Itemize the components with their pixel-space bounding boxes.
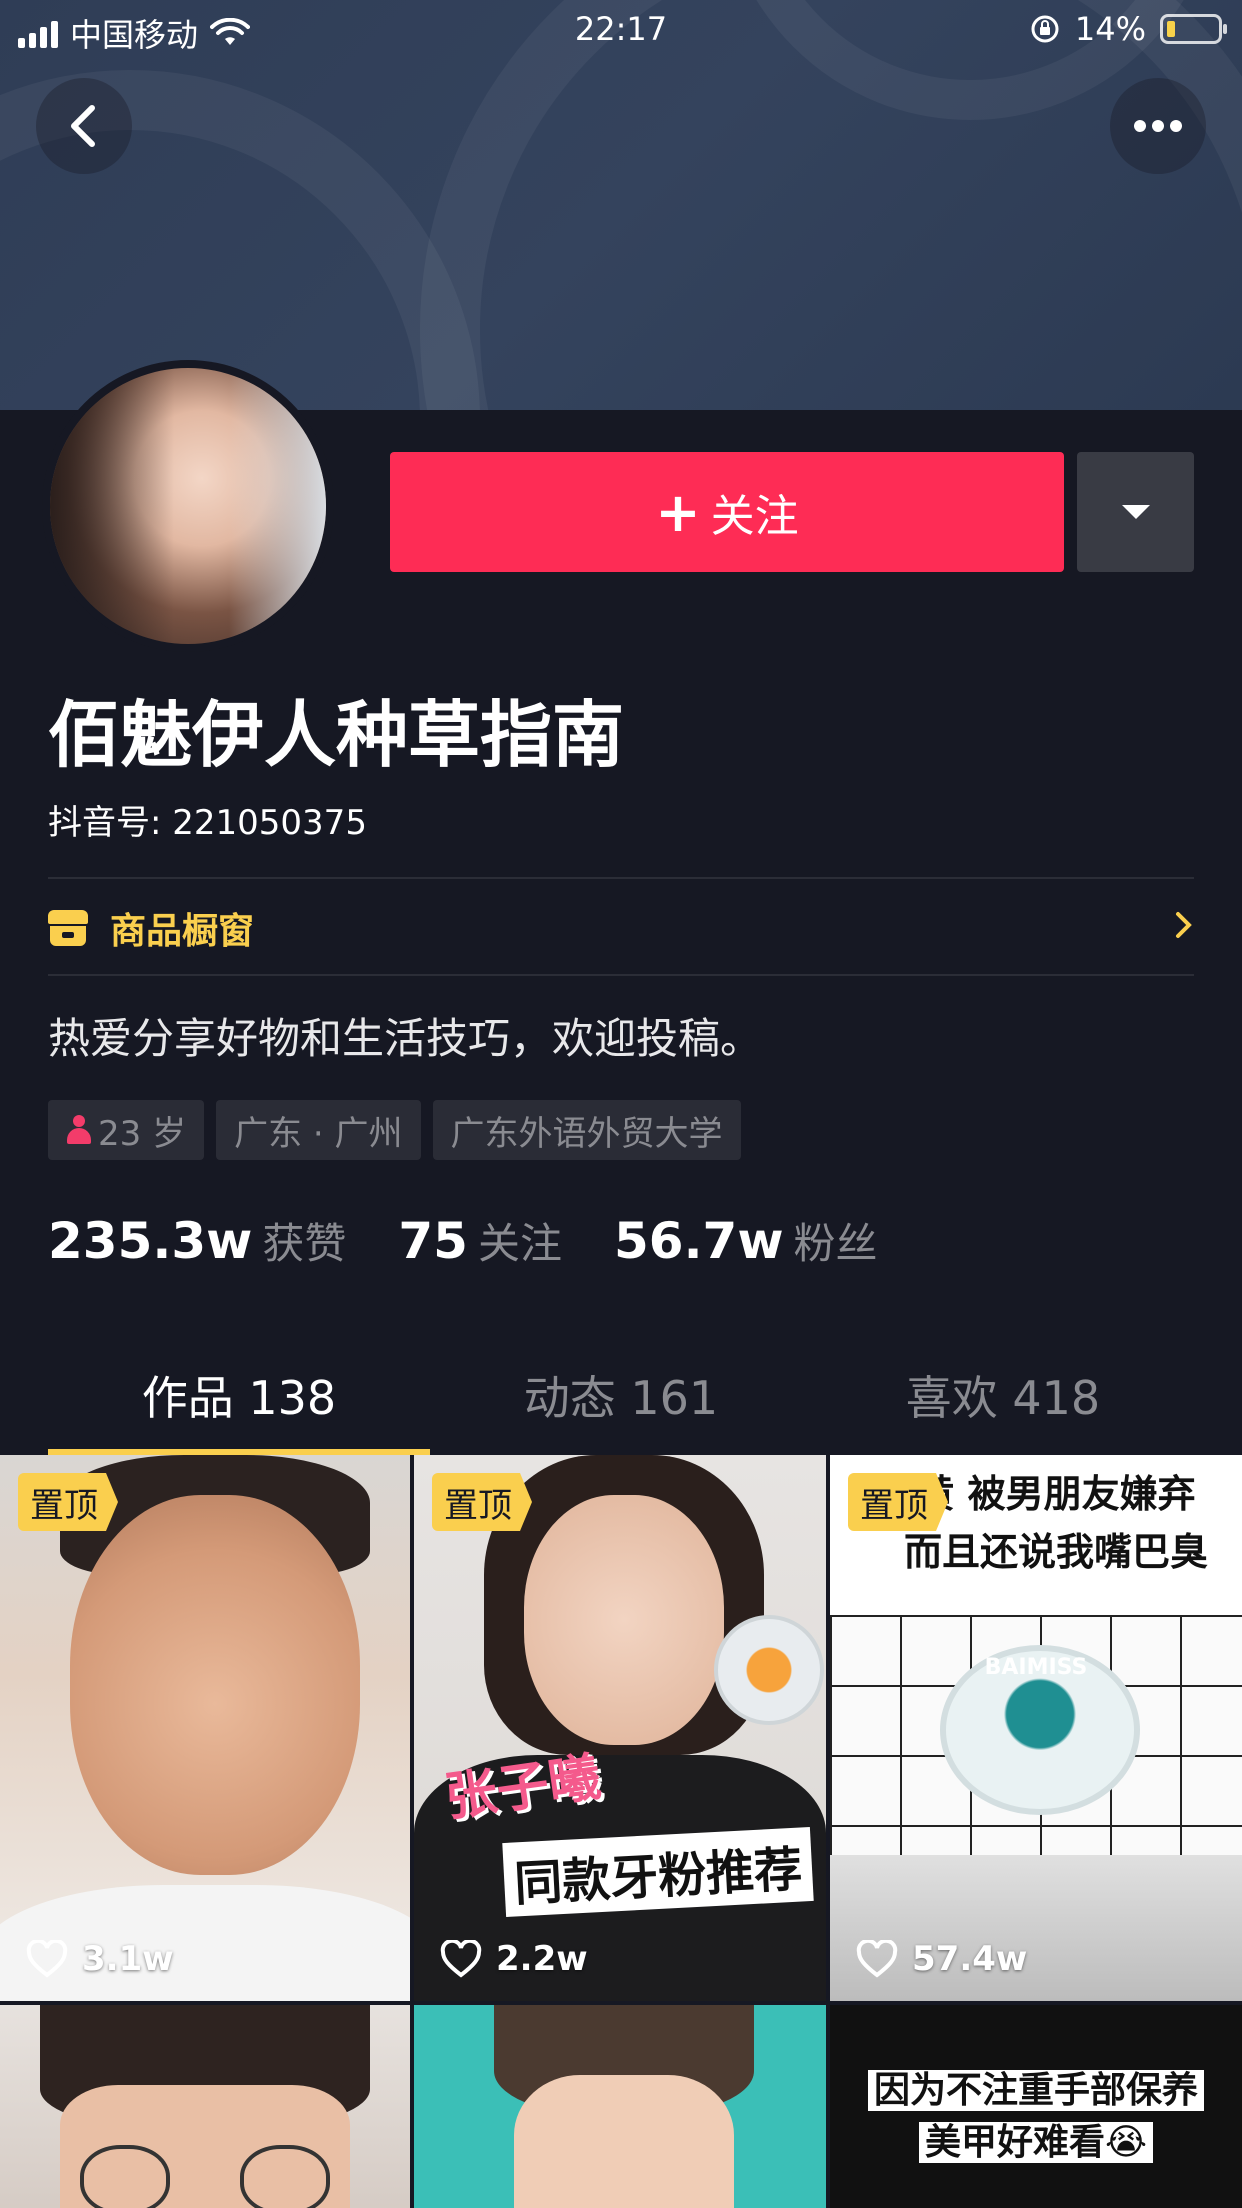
video-thumbnail[interactable]: 黄 被男朋友嫌弃 而且还说我嘴巴臭 BAIMISS 置顶 57.4w: [830, 1455, 1242, 2001]
like-count: 3.1w: [26, 1939, 174, 1979]
recommend-dropdown-button[interactable]: [1077, 452, 1194, 572]
battery-percent: 14%: [1074, 10, 1146, 48]
school-tag: 广东外语外贸大学: [432, 1100, 741, 1160]
like-count-value: 3.1w: [82, 1939, 174, 1979]
divider: [48, 974, 1194, 976]
followers-count[interactable]: 56.7w: [614, 1212, 784, 1270]
product-label: BAIMISS: [984, 1655, 1088, 1680]
video-thumbnail[interactable]: 置顶 3.1w: [0, 1455, 410, 2001]
heart-icon: [440, 1940, 482, 1978]
like-count-value: 57.4w: [912, 1939, 1028, 1979]
age-label: 23 岁: [98, 1113, 187, 1154]
video-caption: 因为不注重手部保养 美甲好难看😭: [830, 2065, 1242, 2169]
video-thumbnail[interactable]: [0, 2005, 410, 2208]
video-caption-line: 因为不注重手部保养: [867, 2070, 1204, 2111]
follow-label: 关注: [710, 491, 799, 542]
more-button[interactable]: [1110, 78, 1206, 174]
video-thumbnail[interactable]: 因为不注重手部保养 美甲好难看😭: [830, 2005, 1242, 2208]
profile-bio: 热爱分享好物和生活技巧，欢迎投稿。: [48, 1014, 763, 1063]
pinned-badge: 置顶: [848, 1473, 948, 1531]
shop-icon: [48, 910, 88, 946]
shop-window-row[interactable]: 商品橱窗: [48, 880, 1194, 976]
follow-button[interactable]: + 关注: [390, 452, 1064, 572]
video-grid: 置顶 3.1w 张子曦 同款牙粉推荐 置顶 2.2w 黄 被男朋友嫌弃 而且还说…: [0, 1455, 1242, 2208]
plus-icon: +: [655, 480, 701, 544]
battery-icon: [1160, 14, 1227, 44]
pinned-badge: 置顶: [432, 1473, 532, 1531]
profile-tabs: 作品 138 动态 161 喜欢 418: [48, 1335, 1194, 1455]
chevron-right-icon: [1174, 908, 1194, 949]
tab-likes[interactable]: 喜欢 418: [812, 1335, 1194, 1455]
age-tag: 23 岁: [48, 1100, 205, 1160]
following-count[interactable]: 75: [398, 1212, 468, 1270]
likes-label: 获赞: [262, 1219, 347, 1268]
tab-works[interactable]: 作品 138: [48, 1335, 430, 1455]
profile-nickname: 佰魅伊人种草指南: [48, 693, 625, 777]
tab-posts[interactable]: 动态 161: [430, 1335, 812, 1455]
divider: [48, 877, 1194, 879]
likes-count: 235.3w: [48, 1212, 253, 1270]
status-bar: 中国移动 22:17 14%: [0, 0, 1242, 58]
douyin-id: 抖音号: 221050375: [48, 803, 367, 843]
video-thumbnail[interactable]: 张子曦 同款牙粉推荐 置顶 2.2w: [414, 1455, 826, 2001]
location-tag: 广东 · 广州: [216, 1100, 421, 1160]
video-caption-line: 美甲好难看😭: [918, 2122, 1154, 2163]
chevron-left-icon: [71, 105, 95, 147]
following-label[interactable]: 关注: [478, 1210, 562, 1271]
profile-stats: 235.3w 获赞 75 关注 56.7w 粉丝: [48, 1210, 930, 1271]
pinned-badge: 置顶: [18, 1473, 118, 1531]
like-count: 2.2w: [440, 1939, 588, 1979]
caret-down-icon: [1121, 505, 1150, 519]
heart-icon: [26, 1940, 68, 1978]
heart-icon: [856, 1940, 898, 1978]
location-label: 广东 · 广州: [234, 1113, 403, 1154]
avatar[interactable]: [42, 360, 334, 652]
profile-tags: 23 岁 广东 · 广州 广东外语外贸大学: [48, 1100, 741, 1160]
shop-label: 商品橱窗: [110, 911, 255, 952]
school-label: 广东外语外贸大学: [450, 1113, 723, 1154]
more-dots-icon: [1134, 120, 1182, 132]
female-icon: [66, 1115, 92, 1145]
like-count-value: 2.2w: [496, 1939, 588, 1979]
video-caption-line: 而且还说我嘴巴臭: [903, 1530, 1208, 1574]
followers-label[interactable]: 粉丝: [794, 1210, 878, 1271]
video-thumbnail[interactable]: [414, 2005, 826, 2208]
rotation-lock-icon: [1031, 15, 1059, 43]
back-button[interactable]: [36, 78, 132, 174]
like-count: 57.4w: [856, 1939, 1027, 1979]
profile-banner: [0, 0, 1242, 410]
